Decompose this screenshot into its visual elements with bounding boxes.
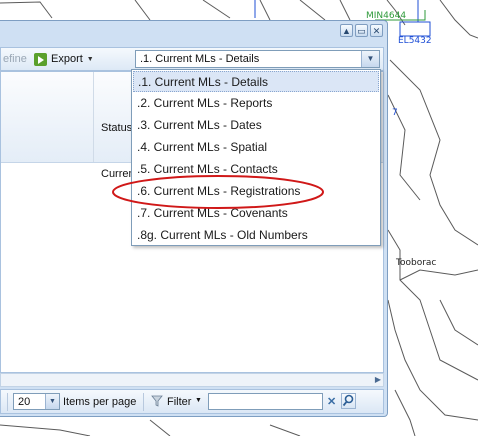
collapse-up-button[interactable]: ▲ — [340, 24, 353, 37]
column-divider[interactable] — [93, 72, 94, 162]
map-road — [0, 424, 91, 436]
export-icon — [34, 52, 47, 66]
refine-button[interactable]: efine — [3, 53, 27, 65]
close-button[interactable]: ✕ — [370, 24, 383, 37]
annotation-ellipse — [112, 175, 324, 209]
map-road — [399, 269, 478, 281]
panel-titlebar[interactable]: ▲ ▭ ✕ — [0, 21, 387, 43]
dropdown-option[interactable]: .2. Current MLs - Reports — [133, 93, 379, 114]
view-dropdown-list: .1. Current MLs - Details .2. Current ML… — [131, 69, 381, 246]
chevron-down-icon[interactable]: ▼ — [195, 397, 202, 404]
filter-button[interactable]: Filter — [167, 396, 191, 408]
export-button[interactable]: Export ▼ — [34, 51, 94, 67]
map-road — [259, 0, 271, 21]
export-label: Export — [51, 53, 83, 65]
funnel-icon[interactable] — [151, 395, 163, 407]
map-label-fragment: 7 — [392, 108, 398, 118]
separator — [143, 393, 144, 411]
items-per-page-label: Items per page — [63, 396, 137, 408]
pager-bar: 20 ▼ Items per page Filter ▼ ✕ — [0, 389, 384, 414]
map-road — [439, 299, 478, 346]
dropdown-option[interactable]: .3. Current MLs - Dates — [133, 115, 379, 136]
view-select-value: .1. Current MLs - Details — [140, 53, 260, 65]
search-button[interactable] — [341, 393, 356, 409]
panel-toolbar: efine Export ▼ .1. Current MLs - Details… — [0, 47, 384, 71]
view-select[interactable]: .1. Current MLs - Details ▼ — [135, 50, 380, 68]
map-road — [439, 0, 478, 39]
map-road — [149, 419, 171, 436]
page-size-select[interactable]: 20 ▼ — [13, 393, 60, 410]
map-road — [134, 0, 151, 21]
scroll-right-icon[interactable]: ▶ — [375, 375, 381, 384]
chevron-down-icon: ▼ — [86, 55, 94, 63]
map-label-town: Tooborac — [396, 258, 437, 268]
horizontal-scrollbar[interactable]: ▶ — [0, 373, 384, 387]
map-road — [389, 59, 478, 246]
filter-input[interactable] — [208, 393, 323, 410]
map-road — [339, 0, 351, 21]
map-road — [202, 0, 231, 19]
dropdown-option[interactable]: .8g. Current MLs - Old Numbers — [133, 225, 379, 246]
dropdown-option[interactable]: .4. Current MLs - Spatial — [133, 137, 379, 158]
chevron-down-icon[interactable]: ▼ — [361, 51, 379, 67]
dropdown-option[interactable]: .1. Current MLs - Details — [133, 71, 379, 92]
chevron-down-icon[interactable]: ▼ — [45, 394, 59, 409]
map-road — [0, 1, 53, 19]
map-road — [394, 389, 416, 436]
clear-x-icon[interactable]: ✕ — [327, 395, 336, 408]
map-road — [387, 229, 478, 381]
column-header-status[interactable]: Status — [101, 122, 132, 134]
map-road — [269, 424, 301, 436]
restore-button[interactable]: ▭ — [355, 24, 368, 37]
separator — [7, 393, 8, 411]
map-road — [299, 0, 326, 21]
search-icon — [342, 394, 354, 407]
map-label-el: EL5432 — [398, 36, 432, 46]
page-size-value: 20 — [18, 396, 31, 408]
